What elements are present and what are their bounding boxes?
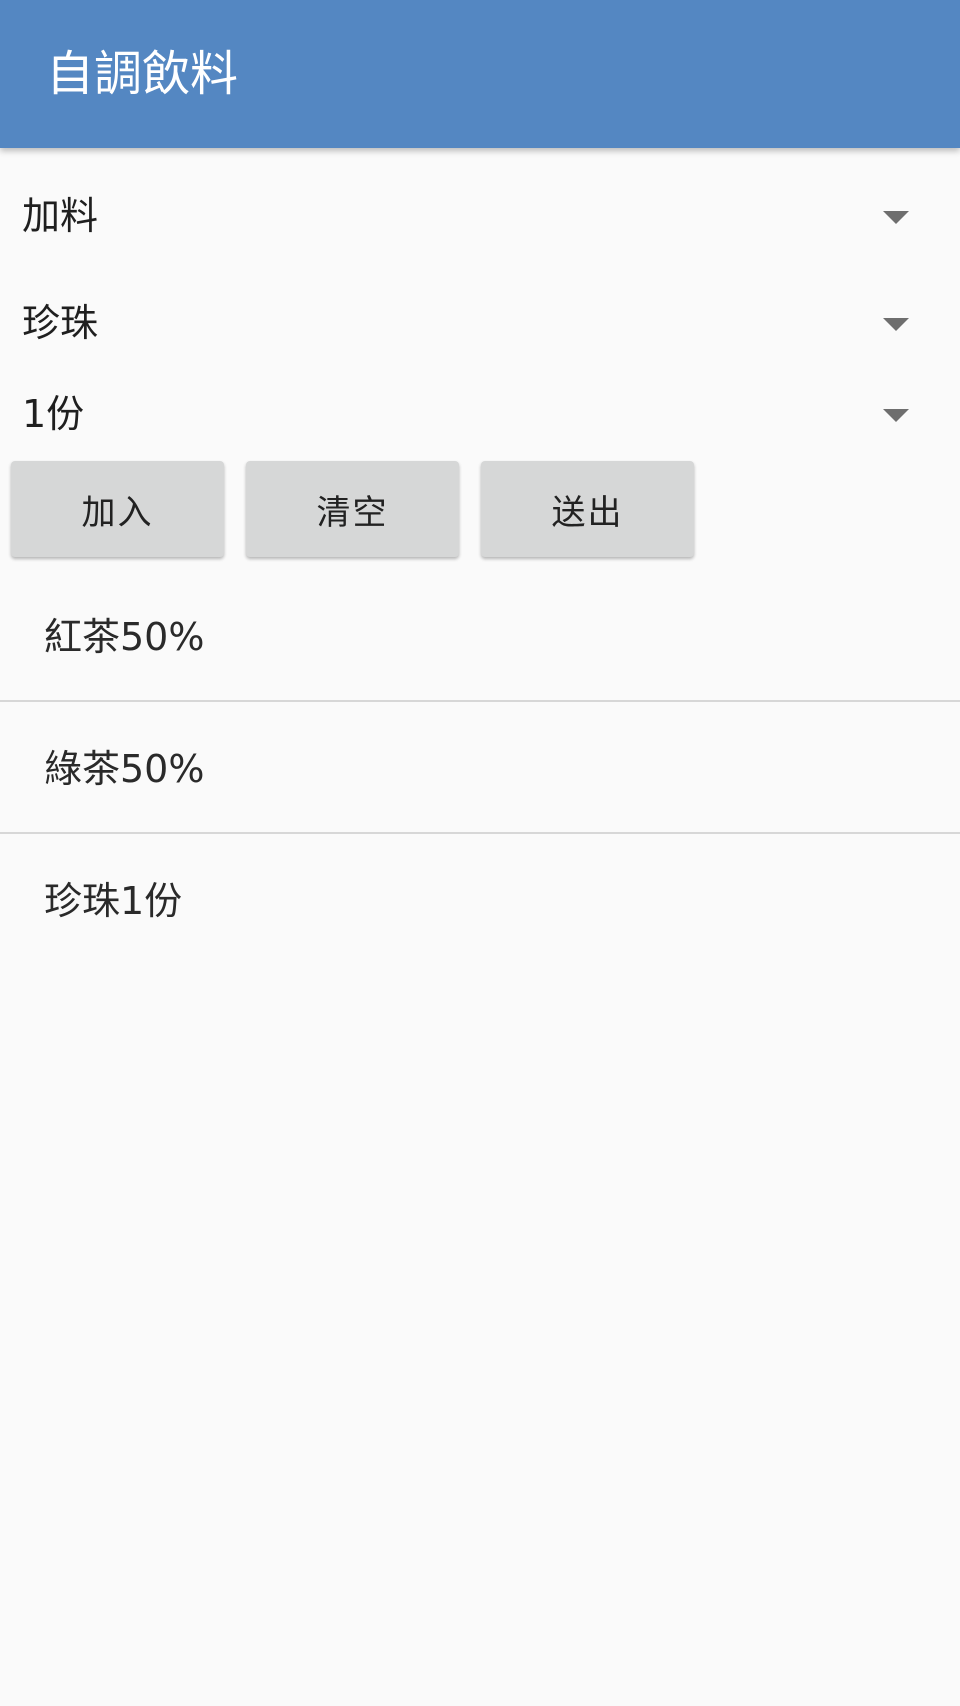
app-bar: 自調飲料 — [0, 0, 960, 148]
list-item[interactable]: 紅茶50% — [0, 570, 960, 700]
amount-spinner[interactable]: 1份 — [0, 374, 960, 458]
list-item-label: 珍珠1份 — [44, 879, 183, 923]
order-list: 紅茶50% 綠茶50% 珍珠1份 — [0, 570, 960, 964]
category-spinner[interactable]: 加料 — [0, 176, 960, 260]
list-item[interactable]: 綠茶50% — [0, 702, 960, 832]
list-item-label: 綠茶50% — [44, 747, 205, 791]
clear-button[interactable]: 清空 — [246, 461, 459, 557]
send-button[interactable]: 送出 — [481, 461, 694, 557]
amount-spinner-value: 1份 — [22, 392, 85, 436]
category-spinner-value: 加料 — [22, 194, 99, 238]
app-title: 自調飲料 — [46, 46, 239, 102]
dropdown-arrow-icon — [883, 211, 909, 224]
list-item[interactable]: 珍珠1份 — [0, 834, 960, 964]
dropdown-arrow-icon — [883, 318, 909, 331]
add-button[interactable]: 加入 — [11, 461, 224, 557]
item-spinner[interactable]: 珍珠 — [0, 283, 960, 367]
dropdown-arrow-icon — [883, 409, 909, 422]
item-spinner-value: 珍珠 — [22, 301, 99, 345]
list-item-label: 紅茶50% — [44, 615, 205, 659]
